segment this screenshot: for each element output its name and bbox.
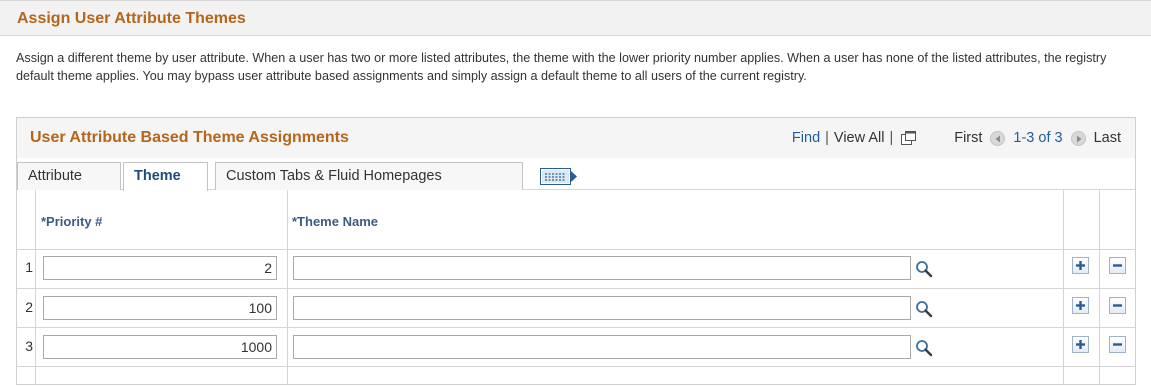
- row-number: 1: [25, 259, 33, 275]
- grid-line: [287, 190, 288, 384]
- page-header: Assign User Attribute Themes: [0, 0, 1151, 36]
- grid-line: [17, 288, 1135, 289]
- magnifier-icon[interactable]: [915, 300, 933, 318]
- plus-icon[interactable]: [1072, 336, 1089, 353]
- grid-line: [17, 366, 1135, 367]
- grid-header: User Attribute Based Theme Assignments F…: [17, 118, 1135, 158]
- last-label: Last: [1093, 130, 1121, 146]
- minus-icon[interactable]: [1109, 257, 1126, 274]
- left-arrow-icon[interactable]: [990, 130, 1006, 146]
- row-number: 3: [25, 338, 33, 354]
- plus-icon[interactable]: [1072, 257, 1089, 274]
- minus-icon[interactable]: [1109, 336, 1126, 353]
- view-all-link[interactable]: View All: [834, 130, 885, 146]
- priority-input[interactable]: [43, 256, 277, 280]
- find-link[interactable]: Find: [792, 130, 820, 146]
- grid-line: [17, 327, 1135, 328]
- page-title: Assign User Attribute Themes: [17, 10, 246, 27]
- column-header-priority: *Priority #: [41, 214, 103, 229]
- priority-input[interactable]: [43, 335, 277, 359]
- grid-line: [35, 190, 36, 384]
- grid-title: User Attribute Based Theme Assignments: [30, 129, 349, 146]
- magnifier-icon[interactable]: [915, 339, 933, 357]
- first-label: First: [954, 130, 983, 146]
- minus-icon[interactable]: [1109, 297, 1126, 314]
- tab-custom-tabs-fluid-homepages[interactable]: Custom Tabs & Fluid Homepages: [215, 162, 523, 190]
- row-range: 1-3 of 3: [1013, 130, 1063, 146]
- grid-tabs: Attribute Theme Custom Tabs & Fluid Home…: [17, 158, 1135, 191]
- tab-theme[interactable]: Theme: [123, 162, 208, 191]
- nav-separator: |: [889, 130, 894, 146]
- plus-icon[interactable]: [1072, 297, 1089, 314]
- grid-line: [1063, 190, 1064, 384]
- grid-line: [1099, 190, 1100, 384]
- column-headers: *Priority # *Theme Name: [17, 190, 1135, 240]
- popup-window-icon[interactable]: [900, 130, 918, 146]
- theme-assignments-grid: User Attribute Based Theme Assignments F…: [16, 117, 1136, 385]
- theme-name-input[interactable]: [293, 296, 911, 320]
- tab-attribute[interactable]: Attribute: [17, 162, 121, 190]
- grid-line: [17, 249, 1135, 250]
- theme-name-input[interactable]: [293, 256, 911, 280]
- row-number: 2: [25, 299, 33, 315]
- page-description: Assign a different theme by user attribu…: [16, 51, 1107, 83]
- grid-navigation: Find | View All | First 1-3 of 3 Last: [792, 130, 1121, 146]
- show-all-columns-icon[interactable]: [540, 168, 578, 185]
- theme-name-input[interactable]: [293, 335, 911, 359]
- priority-input[interactable]: [43, 296, 277, 320]
- nav-separator: |: [825, 130, 829, 146]
- column-header-theme-name: *Theme Name: [292, 214, 378, 229]
- magnifier-icon[interactable]: [915, 260, 933, 278]
- right-arrow-icon[interactable]: [1070, 130, 1086, 146]
